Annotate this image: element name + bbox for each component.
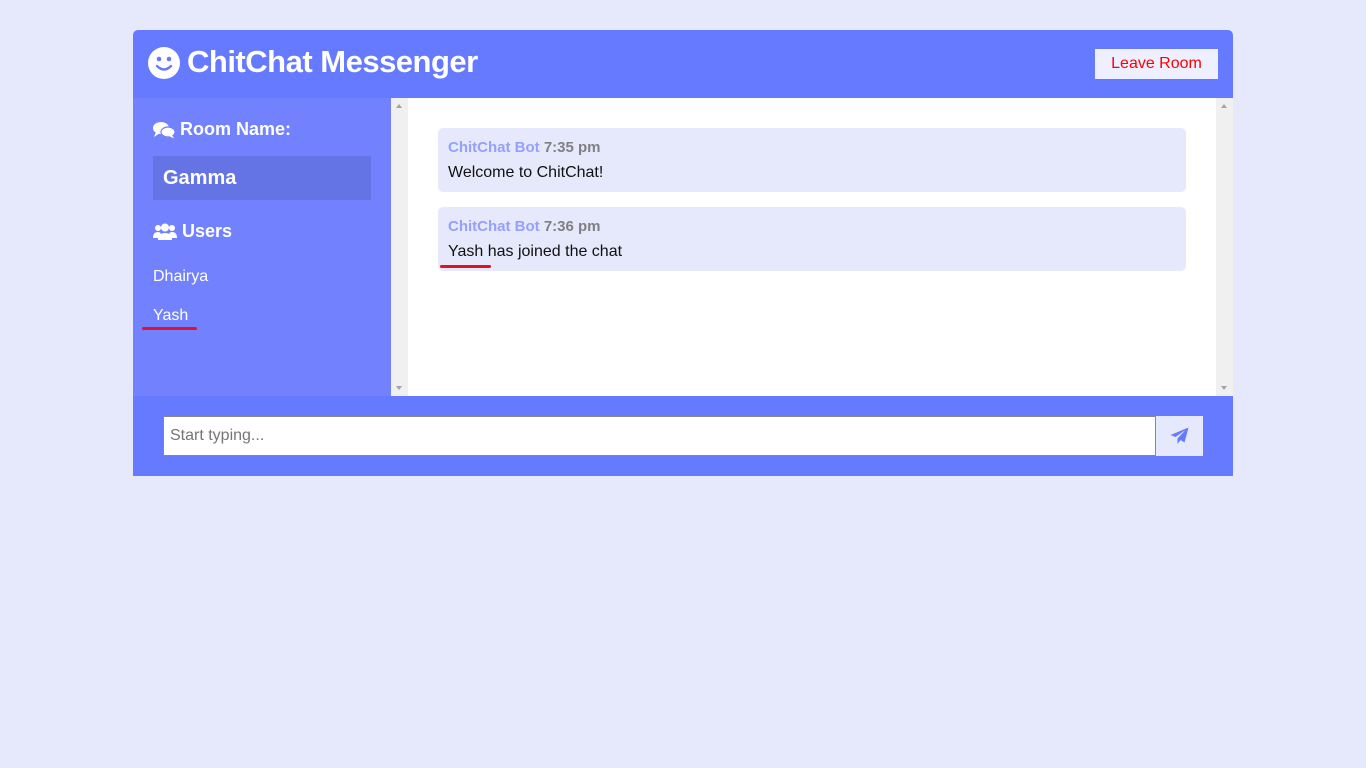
paper-plane-icon: [1170, 427, 1189, 444]
annotation-underline: [142, 327, 197, 330]
message-time: 7:35 pm: [543, 139, 601, 156]
send-button[interactable]: [1156, 416, 1203, 456]
room-name-value: Gamma: [153, 156, 371, 200]
message: ChitChat Bot 7:35 pm Welcome to ChitChat…: [438, 128, 1186, 192]
app-title: ChitChat Messenger: [187, 44, 478, 79]
message-time: 7:36 pm: [543, 218, 601, 235]
message-composer: [133, 396, 1233, 476]
scroll-up-arrow-icon[interactable]: [1221, 104, 1227, 108]
message-meta: ChitChat Bot 7:35 pm: [448, 139, 1176, 156]
message-meta: ChitChat Bot 7:36 pm: [448, 218, 1176, 235]
app-header: ChitChat Messenger Leave Room: [133, 30, 1233, 98]
message-text: Welcome to ChitChat!: [448, 164, 604, 181]
chat-app: ChitChat Messenger Leave Room Room Name:…: [133, 30, 1233, 476]
users-heading: Users: [153, 221, 232, 242]
smiley-icon: [148, 47, 180, 79]
annotation-underline: [440, 265, 491, 268]
message-input[interactable]: [163, 416, 1156, 456]
user-list: Dhairya Yash: [153, 268, 208, 346]
message: ChitChat Bot 7:36 pm Yash has joined the…: [438, 207, 1186, 271]
users-icon: [153, 223, 177, 240]
message-author: ChitChat Bot: [448, 218, 540, 235]
chat-messages[interactable]: ChitChat Bot 7:35 pm Welcome to ChitChat…: [391, 98, 1233, 396]
right-scrollbar[interactable]: [1216, 98, 1233, 396]
comments-icon: [153, 121, 175, 138]
message-author: ChitChat Bot: [448, 139, 540, 156]
room-name-heading: Room Name:: [153, 119, 291, 140]
left-scrollbar[interactable]: [391, 98, 408, 396]
sidebar: Room Name: Gamma Users Dhairya Yash: [133, 98, 391, 396]
message-text: Yash has joined the chat: [448, 243, 623, 260]
user-item: Dhairya: [153, 268, 209, 285]
scroll-up-arrow-icon[interactable]: [396, 104, 402, 108]
leave-room-button[interactable]: Leave Room: [1095, 49, 1218, 79]
users-heading-label: Users: [182, 221, 233, 241]
scroll-down-arrow-icon[interactable]: [396, 386, 402, 390]
scroll-down-arrow-icon[interactable]: [1221, 386, 1227, 390]
room-name-heading-label: Room Name:: [180, 119, 292, 139]
